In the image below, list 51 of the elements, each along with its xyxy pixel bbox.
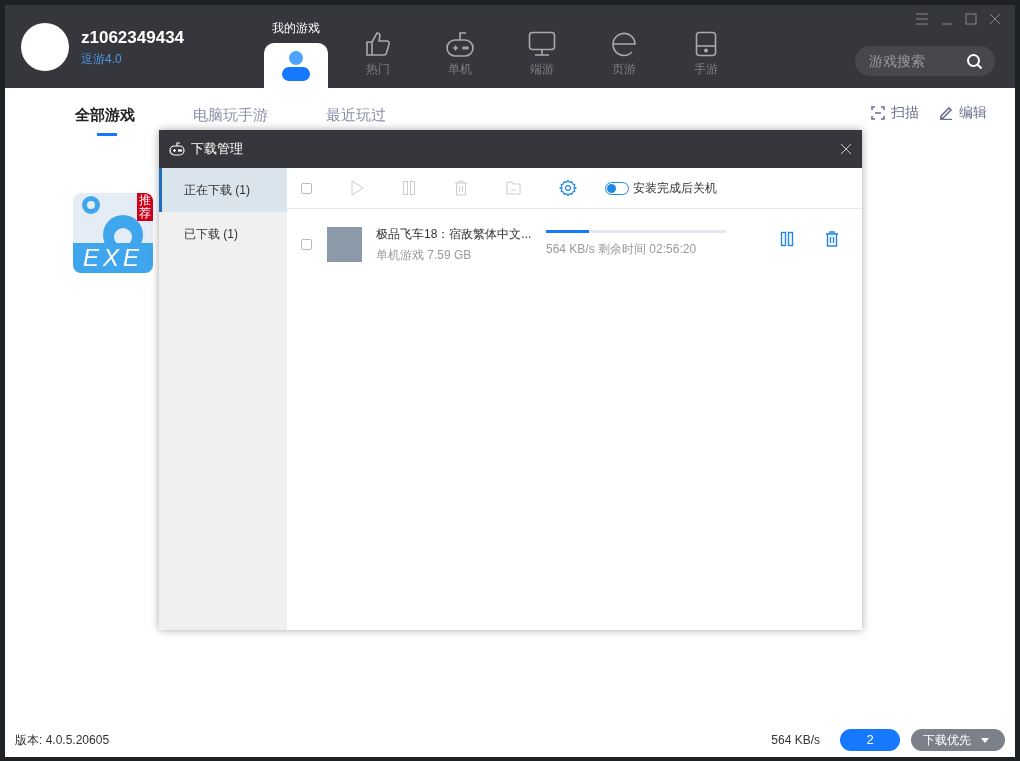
sidebar-item[interactable]: 正在下载 (1) bbox=[159, 168, 287, 212]
gamepad-icon bbox=[169, 142, 185, 156]
game-cover-placeholder bbox=[327, 226, 362, 262]
pencil-icon bbox=[939, 105, 953, 120]
phone-icon bbox=[695, 31, 717, 57]
pause-icon[interactable] bbox=[780, 231, 794, 247]
search-field[interactable]: 游戏搜索 bbox=[855, 46, 995, 76]
person-icon bbox=[281, 49, 311, 82]
maximize-icon[interactable] bbox=[965, 13, 977, 25]
game-info: 单机游戏 7.59 GB bbox=[376, 246, 473, 264]
version-label: 逗游4.0 bbox=[81, 51, 123, 69]
version-text: 版本: 4.0.5.20605 bbox=[15, 732, 110, 749]
trash-icon[interactable] bbox=[454, 180, 468, 196]
username: z1062349434 bbox=[81, 26, 185, 49]
search-icon[interactable] bbox=[966, 53, 983, 70]
game-name: 极品飞车18：宿敌繁体中文... bbox=[376, 225, 533, 243]
caret-icon bbox=[981, 737, 989, 743]
dialog-title: 下载管理 bbox=[191, 140, 243, 159]
toggle-label: 安装完成后关机 bbox=[633, 180, 717, 197]
scan-icon bbox=[871, 105, 885, 120]
action-link[interactable]: 扫描 bbox=[871, 102, 919, 123]
game-tile[interactable]: 推荐 EXE bbox=[73, 193, 153, 273]
recommend-badge: 推荐 bbox=[137, 193, 153, 221]
tab-button[interactable]: 手游 bbox=[694, 31, 718, 78]
action-link[interactable]: 编辑 bbox=[939, 102, 987, 123]
thumbs-up-icon bbox=[365, 31, 391, 57]
tab-button[interactable]: 端游 bbox=[528, 31, 556, 78]
pause-icon[interactable] bbox=[402, 180, 416, 196]
settings-icon[interactable] bbox=[559, 179, 577, 197]
monitor-icon bbox=[528, 31, 556, 57]
toggle-switch[interactable] bbox=[605, 181, 629, 195]
tab-button[interactable] bbox=[264, 43, 328, 88]
download-speed: 564 KB/s bbox=[771, 732, 820, 749]
sidebar-item[interactable]: 已下载 (1) bbox=[159, 212, 287, 256]
close-icon[interactable] bbox=[840, 143, 852, 155]
download-count-button[interactable]: 2 bbox=[840, 729, 900, 751]
tab-button[interactable]: 页游 bbox=[611, 31, 637, 78]
checkbox[interactable] bbox=[301, 238, 312, 250]
close-icon[interactable] bbox=[989, 13, 1001, 25]
gamepad-icon bbox=[446, 31, 474, 57]
folder-icon[interactable] bbox=[506, 181, 521, 195]
tab-button[interactable]: 热门 bbox=[365, 31, 391, 78]
select-all-checkbox[interactable] bbox=[301, 182, 312, 194]
menu-icon[interactable] bbox=[915, 13, 929, 25]
tab-button[interactable]: 单机 bbox=[446, 31, 474, 78]
tab-title: 我的游戏 bbox=[272, 20, 320, 37]
trash-icon[interactable] bbox=[824, 231, 840, 247]
download-status: 564 KB/s 剩余时间 02:56:20 bbox=[546, 241, 698, 258]
sub-tab[interactable]: 全部游戏 bbox=[75, 103, 135, 136]
priority-dropdown[interactable]: 下载优先 bbox=[911, 729, 1005, 751]
play-icon[interactable] bbox=[350, 180, 364, 196]
